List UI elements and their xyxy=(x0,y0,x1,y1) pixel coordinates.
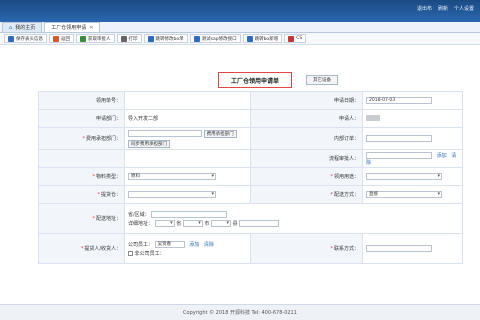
test-sap-button[interactable]: 测试sap修改接口 xyxy=(189,34,241,43)
apply-no-value xyxy=(124,91,251,110)
province-select[interactable] xyxy=(154,219,175,227)
city-select[interactable] xyxy=(182,219,203,227)
add-approver-link[interactable]: 添加 xyxy=(437,153,447,159)
tab-strip: ⌂ 我的主页 工厂仓领用申请 ✕ xyxy=(0,22,480,33)
edit-icon xyxy=(147,35,154,42)
city-label: 市 xyxy=(204,220,210,227)
company-employee-label: 公司员工： xyxy=(128,241,154,248)
applicant-label: 申请人： xyxy=(250,109,363,128)
province-label: 省 xyxy=(176,220,182,227)
save-icon xyxy=(8,35,14,42)
form-title: 工厂仓领用申请单 xyxy=(218,72,292,88)
detail-address-label: 详细地址： xyxy=(128,220,154,227)
sync-cost-dept-button[interactable]: 同步费用承担部门 xyxy=(128,139,170,148)
detail-address-input[interactable] xyxy=(239,219,280,227)
supply-warehouse-select[interactable] xyxy=(128,191,216,198)
non-company-checkbox[interactable] xyxy=(128,250,133,256)
cost-dept-label: 费用承担部门： xyxy=(85,136,121,142)
purpose-select[interactable] xyxy=(366,173,442,180)
region-label: 省/区域： xyxy=(128,211,150,218)
tab-label: 工厂仓领用申请 xyxy=(51,25,87,31)
apply-no-label: 领用单号： xyxy=(38,91,125,110)
address-label: 配送地址： xyxy=(95,216,121,222)
contact-label: 联系方式： xyxy=(333,246,359,252)
dept-label: 申请部门： xyxy=(38,109,125,128)
internal-order-label: 内部订单： xyxy=(250,127,363,150)
approver-input[interactable] xyxy=(366,151,432,159)
person-label: 提货人/收货人： xyxy=(84,246,121,252)
edit-bo-button[interactable]: 跳转修改bo单 xyxy=(143,34,188,43)
supply-warehouse-label: 提货仓： xyxy=(100,192,121,198)
dept-value: 导入开发二部 xyxy=(124,109,251,128)
back-icon xyxy=(53,35,59,42)
purpose-label: 领用用途： xyxy=(333,174,359,180)
delivery-method-label: 配送方式： xyxy=(333,192,359,198)
print-icon xyxy=(120,35,127,42)
form-header: 工厂仓领用申请单 其它设备 xyxy=(38,69,462,91)
toolbar: 保存表头信息 返回 获取审批人 打印 跳转修改bo单 测试sap修改接口 跳转b… xyxy=(0,33,480,45)
logout-link[interactable]: 退出布 xyxy=(417,5,432,12)
top-links: 退出布 刷新 个人设置 xyxy=(417,5,474,12)
link-icon xyxy=(193,35,200,42)
district-select[interactable] xyxy=(211,219,232,227)
cost-dept-button[interactable]: 费用承担部门 xyxy=(203,129,237,138)
cost-dept-input[interactable] xyxy=(128,130,202,137)
add-icon xyxy=(246,35,253,42)
personal-settings-link[interactable]: 个人设置 xyxy=(454,5,474,12)
apply-date-field[interactable]: 2018-07-03 xyxy=(366,97,432,104)
material-type-select[interactable]: 原料 xyxy=(128,173,216,180)
tab-label: 我的主页 xyxy=(15,25,36,31)
non-company-label: 非公司员工： xyxy=(134,250,165,257)
approver-label: 流程审批人： xyxy=(250,149,363,168)
cs-button[interactable]: CS xyxy=(284,34,307,43)
home-icon: ⌂ xyxy=(9,24,13,31)
internal-order-input[interactable] xyxy=(366,135,432,142)
top-bar: 退出布 刷新 个人设置 xyxy=(0,0,480,22)
company-employee-input[interactable]: 吴贤春 xyxy=(154,240,185,248)
tab-home[interactable]: ⌂ 我的主页 xyxy=(2,22,43,32)
user-icon xyxy=(80,35,86,42)
footer: Copyright © 2018 开源科技 Tel: 400-678-0211 xyxy=(0,304,480,320)
contact-input[interactable] xyxy=(366,245,432,252)
close-icon[interactable]: ✕ xyxy=(89,25,93,31)
applicant-name-redacted xyxy=(366,115,380,122)
print-button[interactable]: 打印 xyxy=(116,34,142,43)
add-person-link[interactable]: 添加 xyxy=(189,242,199,248)
save-header-button[interactable]: 保存表头信息 xyxy=(4,34,47,43)
apply-form: 领用单号： 申请日期： 2018-07-03 申请部门： 导入开发二部 申请人：… xyxy=(38,91,463,264)
clear-person-link[interactable]: 清除 xyxy=(204,242,214,248)
get-approver-button[interactable]: 获取审批人 xyxy=(76,34,115,43)
apply-date-label: 申请日期： xyxy=(250,91,363,110)
tab-factory-apply[interactable]: 工厂仓领用申请 ✕ xyxy=(44,22,101,32)
document-icon xyxy=(288,35,295,42)
required-mark: * xyxy=(82,136,85,142)
refresh-link[interactable]: 刷新 xyxy=(438,5,448,12)
other-device-button[interactable]: 其它设备 xyxy=(306,75,338,85)
material-type-label: 物料类型： xyxy=(95,174,121,180)
back-button[interactable]: 返回 xyxy=(49,34,74,43)
district-label: 县 xyxy=(232,220,238,227)
add-bo-button[interactable]: 跳转bo新增 xyxy=(242,34,283,43)
region-input[interactable] xyxy=(151,210,228,218)
delivery-method-select[interactable]: 直接 xyxy=(366,191,442,198)
